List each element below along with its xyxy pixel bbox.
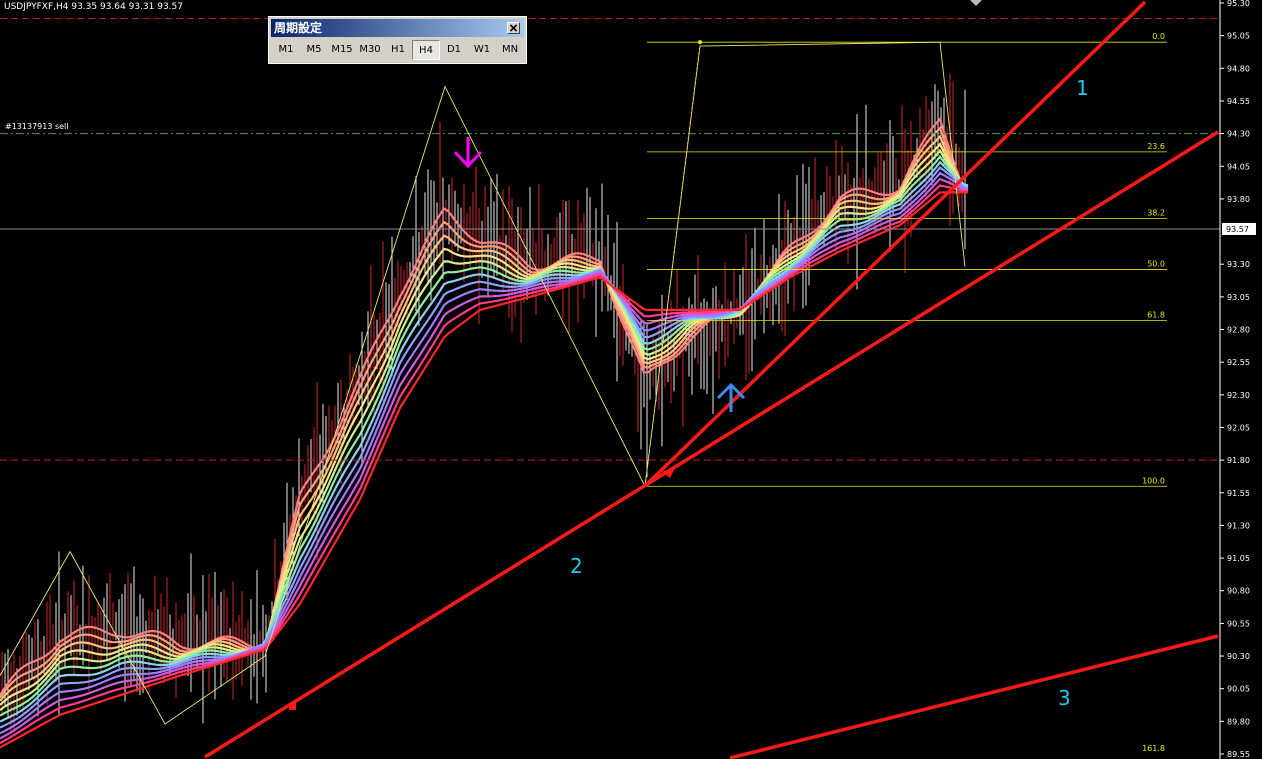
fib-label: 50.0 <box>1147 259 1165 268</box>
price-label: 90.30 <box>1227 652 1250 661</box>
price-label: 90.55 <box>1227 619 1250 628</box>
order-label: #13137913 sell <box>5 122 69 131</box>
price-label: 89.80 <box>1227 717 1250 726</box>
period-button-m30[interactable]: M30 <box>356 40 384 60</box>
period-panel-title-text: 周期設定 <box>274 21 323 35</box>
period-button-h4[interactable]: H4 <box>412 40 440 60</box>
price-label: 93.80 <box>1227 195 1250 204</box>
fib-label: 61.8 <box>1147 310 1165 319</box>
symbol-header: USDJPYFXF,H4 93.35 93.64 93.31 93.57 <box>4 2 183 12</box>
close-icon <box>509 24 518 32</box>
current-price-label: 93.57 <box>1226 225 1249 234</box>
price-label: 94.55 <box>1227 97 1250 106</box>
period-button-w1[interactable]: W1 <box>468 40 496 60</box>
trendline-anchor[interactable] <box>289 703 296 710</box>
fib-label: 38.2 <box>1147 209 1165 218</box>
price-label: 89.55 <box>1227 750 1250 759</box>
period-buttons: M1 M5 M15 M30 H1 H4 D1 W1 MN <box>272 40 524 60</box>
price-label: 91.30 <box>1227 521 1250 530</box>
period-button-m1[interactable]: M1 <box>272 40 300 60</box>
fib-label: 100.0 <box>1142 476 1165 485</box>
period-button-d1[interactable]: D1 <box>440 40 468 60</box>
price-label: 91.80 <box>1227 456 1250 465</box>
price-label: 93.30 <box>1227 260 1250 269</box>
price-label: 94.05 <box>1227 162 1250 171</box>
price-label: 91.05 <box>1227 554 1250 563</box>
price-label: 92.30 <box>1227 391 1250 400</box>
price-label: 95.30 <box>1227 0 1250 8</box>
period-panel: 周期設定 M1 M5 M15 M30 H1 H4 D1 W1 MN <box>268 16 527 64</box>
period-button-m5[interactable]: M5 <box>300 40 328 60</box>
period-button-mn[interactable]: MN <box>496 40 524 60</box>
price-chart[interactable]: 0.0 23.6 38.2 50.0 61.8 100.0 161.8 1 2 3 95.3… <box>0 0 1262 759</box>
price-label: 92.55 <box>1227 358 1250 367</box>
price-label: 91.55 <box>1227 489 1250 498</box>
period-button-h1[interactable]: H1 <box>384 40 412 60</box>
price-label: 90.05 <box>1227 685 1250 694</box>
trendline-label-3: 3 <box>1058 686 1071 710</box>
price-label: 92.80 <box>1227 326 1250 335</box>
price-label: 94.80 <box>1227 64 1250 73</box>
fib-label: 0.0 <box>1152 32 1165 41</box>
close-button[interactable] <box>507 22 520 34</box>
trendline-label-1: 1 <box>1076 76 1089 100</box>
price-label: 94.30 <box>1227 130 1250 139</box>
period-panel-title[interactable]: 周期設定 <box>271 19 524 37</box>
price-label: 93.05 <box>1227 293 1250 302</box>
fib-label: 23.6 <box>1147 142 1165 151</box>
fib-anchor <box>698 40 702 45</box>
fib-label: 161.8 <box>1142 744 1165 753</box>
period-button-m15[interactable]: M15 <box>328 40 356 60</box>
price-label: 92.05 <box>1227 423 1250 432</box>
price-label: 95.05 <box>1227 32 1250 41</box>
price-label: 90.80 <box>1227 587 1250 596</box>
trendline-label-2: 2 <box>570 554 583 578</box>
chart-background <box>0 0 1262 759</box>
